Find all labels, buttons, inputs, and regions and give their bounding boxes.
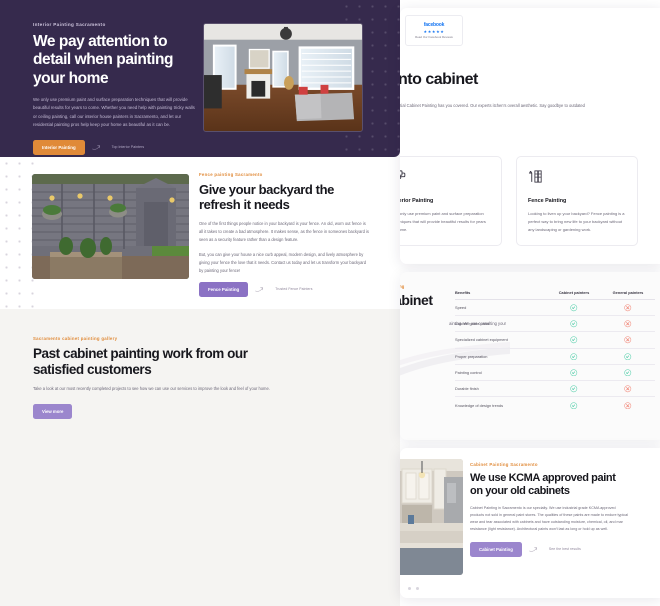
fence-painting-section: Fence painting Sacramento Give your back… (0, 157, 400, 309)
cabinet-painters-mark (547, 380, 601, 398)
check-circle-icon (570, 402, 578, 409)
service-card-fence-title: Fence Painting (528, 198, 567, 204)
benefit-label: Specialized cabinet equipment (455, 337, 508, 343)
benefit-label: Painting control (455, 369, 482, 375)
service-card-interior[interactable]: Interior Painting We only use premium pa… (400, 153, 505, 246)
kcma-cta-row: Cabinet Painting See the best results (470, 541, 630, 557)
kcma-title: We use KCMA approved paint on your old c… (470, 472, 616, 497)
service-card-fence-desc: Looking to liven up your backyard? Fence… (528, 211, 625, 232)
gray-fence-photo (32, 174, 189, 279)
facebook-reviews-badge[interactable]: facebook ★★★★★ Read Our Facebook Reviews (405, 15, 463, 46)
table-row: Painting control (455, 365, 655, 381)
service-card-interior-desc: We only use premium paint and surface pr… (400, 211, 486, 232)
check-circle-icon (570, 320, 578, 328)
page-root: Interior Painting Sacramento We pay atte… (0, 0, 660, 606)
facebook-reviews-link[interactable]: Read Our Facebook Reviews (415, 35, 453, 39)
kcma-body: Cabinet Painting in Sacramento is our sp… (470, 505, 628, 532)
facebook-star-rating: ★★★★★ (423, 28, 445, 34)
benefit-label: Speed (455, 305, 467, 311)
carousel-dots[interactable] (408, 587, 419, 590)
interior-painting-hero-section: Interior Painting Sacramento We pay atte… (0, 0, 400, 157)
hero-title: We pay attention to detail when painting… (33, 33, 173, 87)
cabinet-gallery-section: Sacramento cabinet painting gallery Past… (0, 309, 400, 606)
cross-circle-icon (624, 402, 632, 409)
check-circle-icon (570, 336, 578, 344)
table-row: Durable finish (455, 380, 655, 398)
arrow-squiggle-icon (529, 547, 537, 552)
white-cabinet-kitchen-photo (400, 459, 463, 575)
service-card-fence[interactable]: Fence Painting Looking to liven up your … (516, 153, 641, 246)
check-circle-icon (570, 385, 578, 393)
comparison-eyebrow: ing (400, 284, 405, 289)
table-row: Specialized cabinet equipment (455, 332, 655, 349)
kcma-eyebrow: Cabinet Painting Sacramento (470, 462, 538, 467)
arrow-squiggle-icon (255, 287, 264, 293)
gallery-eyebrow: Sacramento cabinet painting gallery (33, 336, 118, 341)
kcma-cta-note: See the best results (548, 547, 581, 552)
benefit-label: Knowledge of design trends (455, 402, 504, 408)
fence-painting-button[interactable]: Fence Painting (199, 281, 249, 297)
fence-eyebrow: Fence painting Sacramento (199, 172, 263, 177)
cabinet-intro-body: ntial Cabinet Painting has you covered. … (400, 103, 585, 108)
facebook-brand-label: facebook (423, 22, 445, 28)
cross-circle-icon (624, 336, 632, 344)
fence-cta-row: Fence Painting Trusted Fence Painters (199, 281, 369, 297)
hero-cta-row: Interior Painting Top Interior Painters (33, 139, 175, 155)
fence-cta-note: Trusted Fence Painters (275, 287, 313, 292)
fence-body-2: But, you can give your house a nice curb… (199, 252, 367, 273)
hero-eyebrow: Interior Painting Sacramento (33, 22, 106, 27)
cabinet-painting-intro-panel: facebook ★★★★★ Read Our Facebook Reviews… (400, 8, 660, 264)
fence-title: Give your backyard the refresh it needs (199, 182, 334, 213)
column-header-cabinet-painters: Cabinet painters (558, 290, 590, 295)
hero-body: We only use premium paint and surface pr… (33, 96, 195, 128)
table-row: Cabinet grade paint (455, 316, 655, 333)
comparison-table: Benefits Cabinet painters General painte… (455, 286, 655, 413)
check-circle-icon (570, 369, 578, 377)
general-painters-mark (601, 380, 655, 398)
living-room-photo (203, 23, 363, 132)
kcma-paint-panel: Cabinet Painting Sacramento We use KCMA … (400, 448, 660, 598)
hero-cta-note: Top Interior Painters (111, 145, 145, 150)
service-cards: Interior Painting We only use premium pa… (400, 153, 641, 246)
cross-circle-icon (624, 320, 632, 328)
gallery-body: Take a look at our most recently complet… (33, 385, 270, 391)
check-circle-icon (570, 352, 578, 360)
comparison-title: abinet (400, 292, 433, 308)
cabinet-intro-title: nto cabinet (400, 71, 478, 88)
service-card-interior-title: Interior Painting (400, 198, 434, 204)
check-circle-icon (570, 304, 578, 312)
check-circle-icon (624, 352, 632, 360)
dot-pattern-decoration-left (0, 157, 34, 309)
painter-comparison-panel: ing abinet ainting. We use consulting yo… (400, 272, 660, 440)
paint-roller-icon (400, 170, 406, 179)
cabinet-painting-button[interactable]: Cabinet Painting (470, 541, 522, 557)
column-header-benefits: Benefits (455, 290, 471, 295)
table-row: Proper preparation (455, 349, 655, 365)
cross-circle-icon (624, 385, 632, 393)
benefit-label: Durable finish (455, 386, 479, 392)
benefit-label: Proper preparation (455, 353, 488, 359)
cabinet-painters-mark (547, 396, 601, 414)
column-header-general-painters: General painters (612, 290, 644, 295)
view-more-button[interactable]: View more (33, 403, 73, 419)
gallery-title: Past cabinet painting work from our sati… (33, 346, 248, 377)
check-circle-icon (624, 369, 632, 377)
carousel-dot[interactable] (416, 587, 419, 590)
fence-brush-icon (528, 170, 542, 183)
carousel-dot[interactable] (408, 587, 411, 590)
table-row: Speed (455, 300, 655, 317)
table-row: Knowledge of design trends (455, 397, 655, 413)
arrow-squiggle-icon (91, 145, 100, 150)
fence-body-1: One of the first things people notice in… (199, 221, 369, 243)
cross-circle-icon (624, 304, 632, 312)
benefit-label: Cabinet grade paint (455, 321, 489, 327)
general-painters-mark (601, 396, 655, 414)
interior-painting-button[interactable]: Interior Painting (33, 139, 85, 155)
